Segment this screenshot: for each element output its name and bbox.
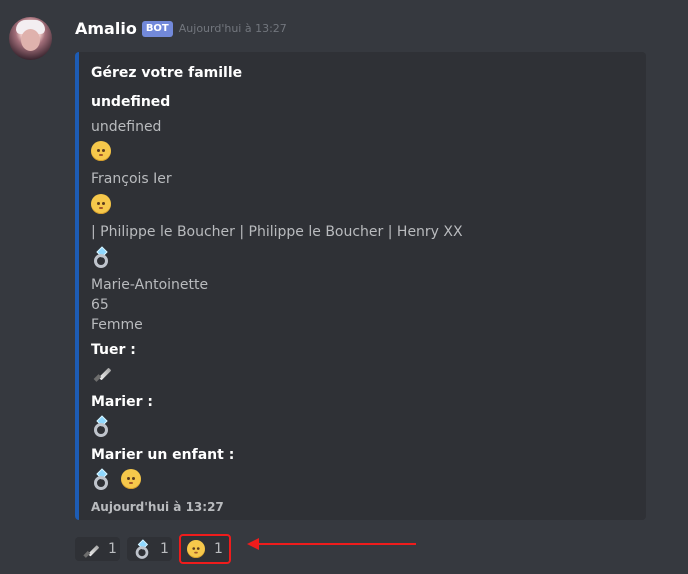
message-header: Amalio BOT Aujourd'hui à 13:27	[75, 19, 287, 39]
dagger-icon	[81, 540, 100, 558]
annotation-arrow	[247, 538, 416, 552]
baby-face-shape	[91, 141, 111, 161]
embed-title: Gérez votre famille	[91, 65, 243, 81]
embed-gender: Femme	[91, 317, 143, 333]
embed-spouse-name: Marie-Antoinette	[91, 277, 209, 293]
baby-icon	[121, 469, 143, 491]
ring-band-shape	[135, 546, 149, 559]
action-marry-child-label: Marier un enfant :	[91, 447, 235, 463]
avatar[interactable]	[9, 17, 52, 60]
dagger-shape	[83, 542, 100, 558]
bot-badge: BOT	[141, 21, 173, 37]
embed-field-name: undefined	[91, 94, 171, 110]
reaction-baby-button[interactable]: 1	[179, 534, 231, 564]
ring-icon	[91, 246, 113, 269]
reaction-count: 1	[214, 541, 223, 557]
embed-footer-timestamp: Aujourd'hui à 13:27	[91, 500, 224, 514]
action-kill-label: Tuer :	[91, 342, 136, 358]
ring-icon	[133, 539, 149, 559]
baby-icon	[91, 141, 113, 163]
reaction-count: 1	[160, 541, 169, 557]
embed: Gérez votre famille undefined undefined …	[75, 52, 646, 520]
reaction-ring-button[interactable]: 1	[127, 537, 172, 561]
ring-band-shape	[94, 476, 108, 490]
embed-field-value: undefined	[91, 119, 162, 135]
ring-band-shape	[94, 254, 108, 268]
message-timestamp[interactable]: Aujourd'hui à 13:27	[179, 22, 287, 36]
reaction-dagger-button[interactable]: 1	[75, 537, 120, 561]
embed-children-list: | Philippe le Boucher | Philippe le Bouc…	[91, 224, 463, 240]
baby-face-shape	[187, 540, 205, 558]
dagger-shape	[93, 364, 112, 382]
ring-band-shape	[94, 423, 108, 437]
baby-icon	[187, 540, 205, 558]
baby-face-shape	[91, 194, 111, 214]
avatar-face-shape	[21, 29, 40, 51]
embed-person-name: François Ier	[91, 171, 172, 187]
arrow-shaft-shape	[255, 543, 416, 545]
dagger-icon	[91, 362, 113, 384]
baby-face-shape	[121, 469, 141, 489]
author-name[interactable]: Amalio	[75, 19, 137, 39]
ring-icon	[91, 468, 113, 491]
ring-icon	[91, 415, 113, 438]
reaction-count: 1	[108, 541, 117, 557]
baby-icon	[91, 194, 113, 216]
embed-age: 65	[91, 297, 109, 313]
action-marry-label: Marier :	[91, 394, 153, 410]
reaction-bar: 1 1 1	[75, 534, 238, 564]
